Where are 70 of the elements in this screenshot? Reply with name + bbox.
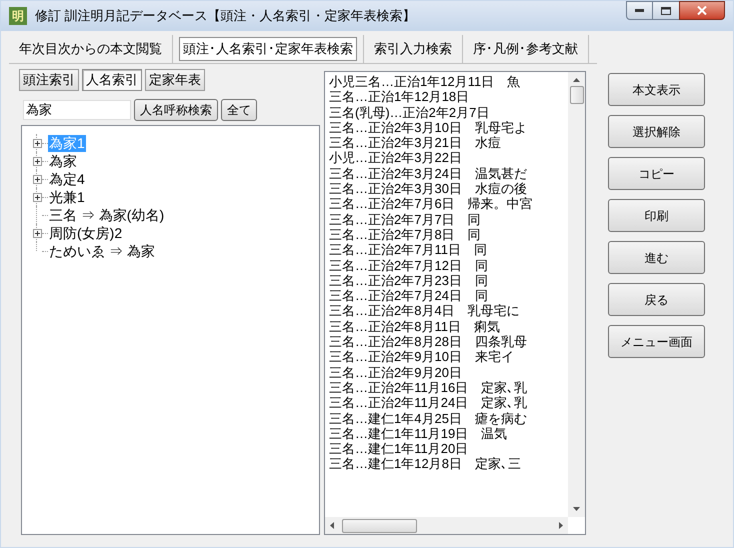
- minimize-button[interactable]: [626, 1, 653, 20]
- expand-icon[interactable]: [32, 192, 42, 202]
- tree-item[interactable]: ためいゑ ⇒ 為家: [48, 242, 156, 260]
- result-item[interactable]: 三名…正治2年3月30日 水痘の後: [329, 181, 568, 196]
- action-button[interactable]: 選択解除: [608, 115, 705, 148]
- result-item[interactable]: 三名…建仁1年12月8日 定家､三: [329, 456, 568, 472]
- tree-item[interactable]: 光兼1: [48, 188, 86, 206]
- tab[interactable]: 定家年表: [145, 69, 205, 91]
- tab[interactable]: 年次目次からの本文閲覧: [15, 37, 166, 61]
- result-item[interactable]: 三名…正治2年7月12日 同: [329, 258, 568, 273]
- maximize-icon: [661, 6, 671, 14]
- scroll-thumb[interactable]: [342, 518, 417, 532]
- result-item[interactable]: 三名…正治2年9月10日 来宅イ: [329, 349, 568, 365]
- close-button[interactable]: [679, 1, 725, 20]
- action-button[interactable]: 印刷: [608, 199, 705, 232]
- tree-item[interactable]: 為家: [48, 152, 78, 170]
- result-item[interactable]: 小児三名…正治1年12月11日 魚: [329, 74, 568, 90]
- search-button[interactable]: 人名呼称検索: [134, 99, 218, 121]
- up-arrow-icon[interactable]: [573, 78, 580, 82]
- expand-icon[interactable]: [32, 156, 42, 166]
- down-arrow-icon[interactable]: [573, 507, 580, 511]
- tree-item[interactable]: 周防(女房)2: [48, 224, 124, 242]
- search-field[interactable]: 為家: [23, 100, 131, 120]
- scroll-thumb[interactable]: [570, 86, 584, 104]
- result-item[interactable]: 三名…正治2年7月11日 同: [329, 242, 568, 258]
- result-item[interactable]: 三名…正治2年7月6日 帰来。中宮: [329, 196, 568, 212]
- right-arrow-icon[interactable]: [559, 522, 563, 529]
- show-all-button[interactable]: 全て: [221, 99, 257, 121]
- expand-icon[interactable]: [32, 174, 42, 184]
- result-item[interactable]: 三名…正治2年3月10日 乳母宅よ: [329, 120, 568, 136]
- action-button[interactable]: 戻る: [608, 283, 705, 316]
- result-item[interactable]: 三名…正治2年3月24日 温気甚だ: [329, 166, 568, 182]
- horizontal-scrollbar[interactable]: [325, 517, 568, 534]
- expand-icon[interactable]: [32, 228, 42, 238]
- left-arrow-icon[interactable]: [330, 522, 334, 529]
- close-icon: [697, 6, 707, 15]
- result-item[interactable]: 三名…建仁1年4月25日 瘧を病む: [329, 410, 568, 426]
- result-item[interactable]: 三名…正治2年7月23日 同: [329, 272, 568, 288]
- result-item[interactable]: 三名…正治2年7月7日 同: [329, 212, 568, 227]
- action-button[interactable]: メニュー画面: [608, 325, 705, 358]
- tab[interactable]: 序･凡例･参考文献: [469, 37, 582, 61]
- tab[interactable]: 索引入力検索: [370, 37, 456, 61]
- maximize-button[interactable]: [653, 1, 679, 20]
- result-item[interactable]: 三名…正治2年11月24日 定家､乳: [329, 395, 568, 411]
- vertical-scrollbar[interactable]: [568, 72, 585, 517]
- result-item[interactable]: 三名…正治2年8月4日 乳母宅に: [329, 303, 568, 319]
- expand-icon[interactable]: [32, 138, 42, 148]
- tab[interactable]: 頭注索引: [19, 69, 79, 91]
- tab[interactable]: 頭注･人名索引･定家年表検索: [179, 37, 357, 61]
- tree-item[interactable]: 為定4: [48, 170, 86, 188]
- result-item[interactable]: 三名(乳母)…正治2年2月7日: [329, 104, 568, 120]
- result-item[interactable]: 三名…正治2年9月20日: [329, 364, 568, 380]
- window-title: 修訂 訓注明月記データベース【頭注・人名索引・定家年表検索】: [35, 7, 417, 26]
- result-item[interactable]: 三名…正治2年3月21日 水痘: [329, 135, 568, 150]
- result-item[interactable]: 三名…建仁1年11月19日 温気: [329, 426, 568, 442]
- tab[interactable]: 人名索引: [82, 69, 142, 91]
- result-item[interactable]: 三名…正治2年7月24日 同: [329, 288, 568, 304]
- result-item[interactable]: 三名…正治2年7月8日 同: [329, 226, 568, 242]
- result-item[interactable]: 三名…建仁1年11月20日: [329, 441, 568, 456]
- action-button[interactable]: 進む: [608, 241, 705, 274]
- action-button[interactable]: 本文表示: [608, 73, 705, 106]
- result-item[interactable]: 三名…正治2年8月11日 痢気: [329, 318, 568, 334]
- minimize-icon: [635, 9, 644, 12]
- result-item[interactable]: 三名…正治2年8月28日 四条乳母: [329, 334, 568, 350]
- result-item[interactable]: 三名…正治2年11月16日 定家､乳: [329, 380, 568, 396]
- result-item[interactable]: 三名…正治1年12月18日: [329, 89, 568, 105]
- app-icon: 明: [9, 7, 27, 25]
- result-item[interactable]: 小児…正治2年3月22日: [329, 150, 568, 166]
- tree-item[interactable]: 三名 ⇒ 為家(幼名): [48, 206, 166, 224]
- action-button[interactable]: コピー: [608, 157, 705, 190]
